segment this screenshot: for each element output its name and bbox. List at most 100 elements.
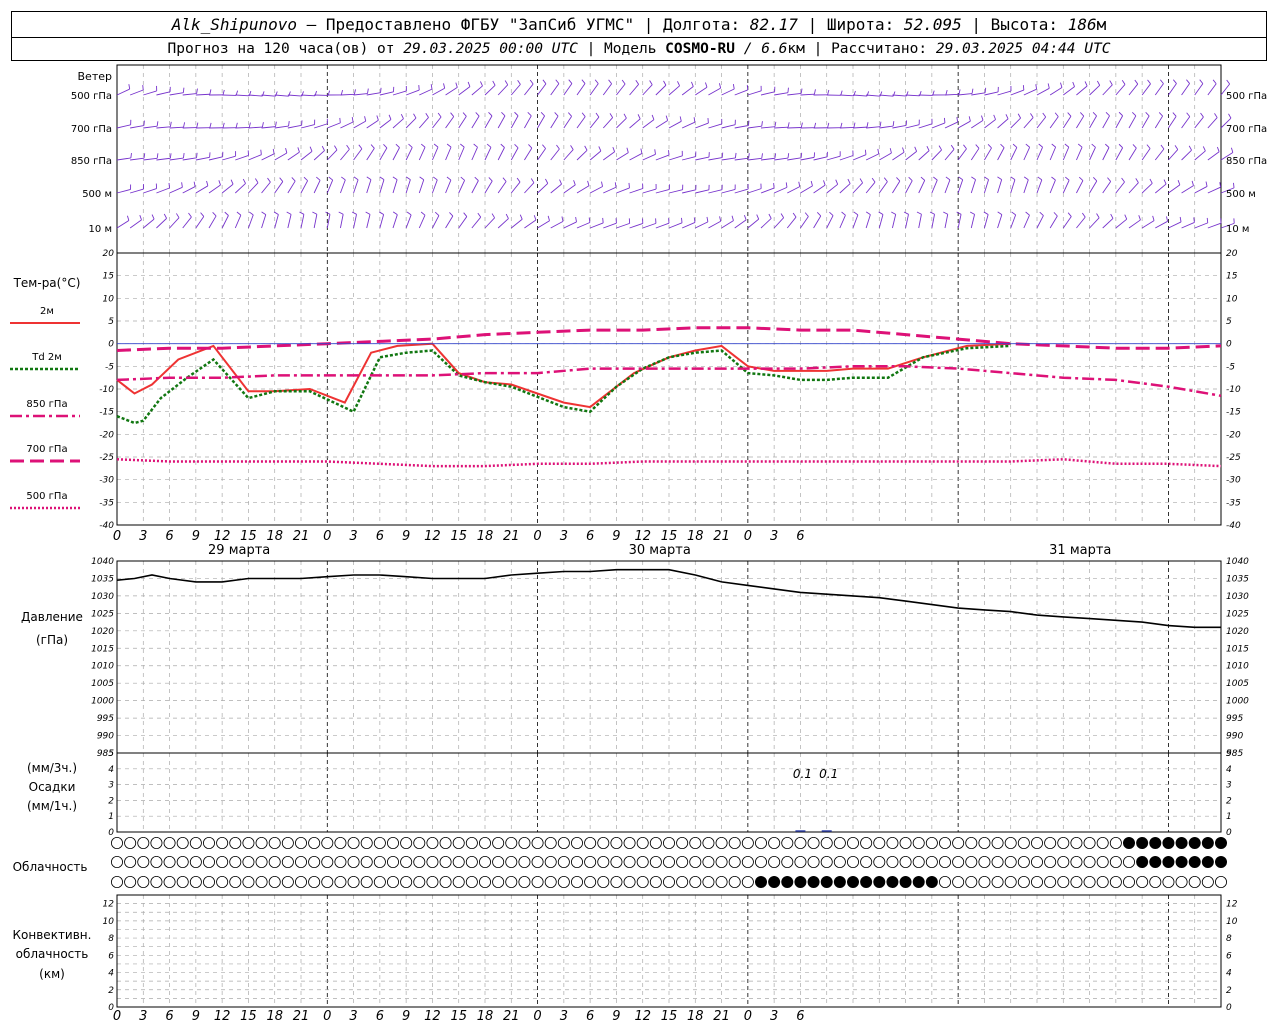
wind-barb-flag	[477, 212, 482, 218]
y-tick-right-prec: 1	[1226, 812, 1232, 822]
wind-barb	[445, 146, 452, 161]
wind-barb-flag	[432, 176, 438, 181]
wind-barb-flag	[1109, 80, 1113, 86]
cloud-circle	[308, 837, 321, 850]
wind-barb-flag	[1138, 215, 1141, 221]
wind-barb-flag	[581, 79, 586, 84]
wind-barb	[747, 125, 762, 129]
wind-barb	[1102, 115, 1110, 129]
y-tick-temp: 0	[108, 340, 114, 350]
wind-barb	[405, 214, 412, 229]
cloud-circle	[833, 856, 846, 869]
wind-barb	[760, 157, 775, 161]
wind-barb	[603, 186, 617, 194]
wind-barb-flag	[594, 79, 599, 84]
wind-barb	[957, 214, 962, 229]
cloud-circle	[794, 876, 807, 889]
wind-barb	[655, 84, 667, 96]
cloud-circle	[478, 837, 491, 850]
wind-barb	[1155, 220, 1168, 229]
cloud-circle	[873, 856, 886, 869]
wind-barb-flag	[1105, 111, 1110, 117]
wind-barb	[366, 148, 375, 161]
wind-barb-flag	[896, 177, 901, 182]
cloud-circle	[755, 837, 768, 850]
wind-barb-flag	[516, 177, 521, 183]
wind-barb	[997, 90, 1012, 96]
wind-barb	[1023, 179, 1029, 194]
wind-barb-flag	[1159, 79, 1164, 84]
y-tick-conv: 12	[103, 900, 115, 910]
cloud-circle	[242, 876, 255, 889]
wind-barb	[169, 92, 184, 96]
wind-barb-flag	[879, 121, 882, 127]
x-tick-label: 12	[634, 529, 651, 544]
wind-barb-flag	[889, 148, 892, 154]
wind-barb	[589, 83, 599, 96]
wind-barb-flag	[139, 214, 142, 220]
cloud-circle	[939, 837, 952, 850]
wind-barb	[563, 83, 573, 96]
wind-barb-flag	[1226, 79, 1231, 85]
wind-barb-flag	[183, 122, 186, 128]
wind-barb	[1128, 182, 1139, 194]
cloud-circle	[860, 876, 873, 889]
wind-barb	[813, 156, 828, 161]
wind-barb-flag	[950, 144, 955, 150]
wind-barb	[550, 83, 560, 96]
wind-barb-flag	[1053, 212, 1058, 217]
cloud-circle	[623, 876, 636, 889]
x-tick-label: 6	[796, 529, 804, 544]
day-label: 29 марта	[208, 543, 270, 558]
wind-barb	[156, 218, 167, 229]
precip-title: Осадки	[29, 780, 76, 794]
wind-barb-flag	[1107, 177, 1111, 182]
temp-series-line	[116, 458, 1222, 468]
wind-barb	[931, 179, 938, 194]
wind-barb-flag	[443, 83, 446, 89]
wind-barbs	[116, 79, 1235, 229]
wind-barb-flag	[626, 147, 629, 153]
cloud-circle	[610, 837, 623, 850]
wind-barb-flag	[504, 80, 509, 86]
cloud-circle	[531, 837, 544, 850]
cloud-circle	[702, 876, 715, 889]
y-tick-temp: -5	[105, 362, 114, 372]
wind-barb-flag	[1051, 143, 1056, 148]
wind-barb-flag	[933, 176, 938, 181]
wind-barb-flag	[1174, 145, 1179, 150]
cloud-circle	[807, 837, 820, 850]
cloud-circle	[1044, 837, 1057, 850]
wind-barb	[550, 220, 564, 229]
wind-barb	[314, 123, 328, 129]
x-tick-label: 12	[424, 529, 441, 544]
wind-barb	[918, 150, 930, 161]
wind-barb	[235, 94, 250, 97]
wind-barb-flag	[303, 176, 308, 181]
wind-barb-flag	[903, 211, 909, 215]
wind-barb-flag	[958, 89, 961, 95]
wind-barb-flag	[299, 211, 305, 215]
x-tick-label-bottom: 0	[744, 1009, 752, 1024]
wind-barb	[1036, 146, 1043, 161]
cloud-circle	[952, 876, 965, 889]
y-tick-right-conv: 12	[1226, 900, 1238, 910]
wind-barb	[997, 214, 1003, 229]
wind-barb	[221, 183, 234, 194]
wind-barb-flag	[230, 179, 234, 185]
cloud-circle	[676, 837, 689, 850]
cloud-circle	[373, 876, 386, 889]
wind-barb-flag	[756, 214, 760, 220]
wind-barb-flag	[341, 176, 346, 181]
x-tick-label-bottom: 6	[586, 1009, 594, 1024]
wind-barb-flag	[351, 211, 357, 215]
cloud-circle	[1123, 837, 1136, 850]
cloud-circle	[111, 837, 124, 850]
cloud-circle	[544, 856, 557, 869]
wind-barb-flag	[420, 211, 426, 216]
wind-barb-flag	[1012, 143, 1018, 148]
wind-barb	[576, 149, 588, 161]
wind-barb	[826, 155, 841, 161]
wind-barb	[340, 93, 355, 96]
x-tick-label-bottom: 15	[240, 1009, 257, 1024]
